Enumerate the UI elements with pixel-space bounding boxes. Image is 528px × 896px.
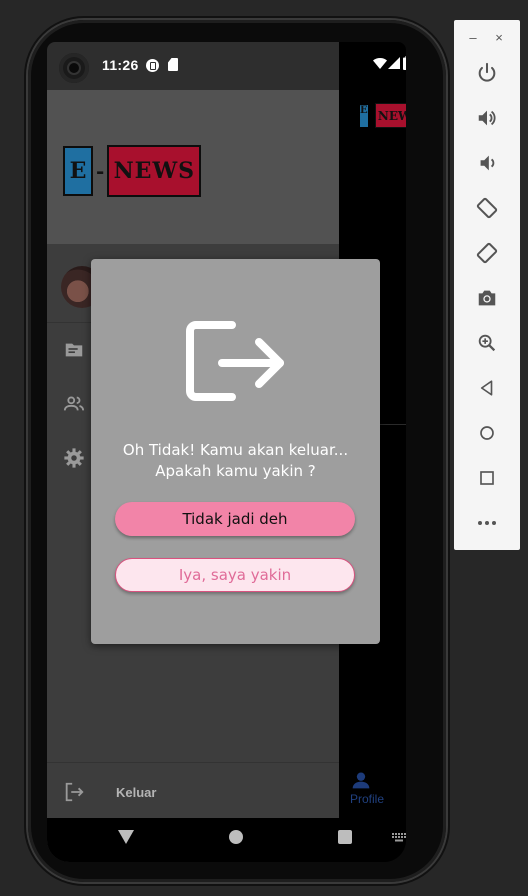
document-icon	[65, 343, 83, 357]
overview-icon	[480, 471, 494, 485]
camera-icon	[478, 290, 496, 306]
drawer-logout-item[interactable]: Keluar	[47, 762, 339, 823]
more-icon	[478, 521, 496, 525]
home-icon	[480, 426, 494, 440]
close-button[interactable]: ×	[492, 30, 506, 46]
logo-news: NEWS	[107, 145, 202, 197]
dialog-message-line1: Oh Tidak! Kamu akan keluar...	[122, 441, 349, 459]
screenshot-button[interactable]	[473, 284, 501, 312]
signal-icon	[388, 57, 400, 69]
dialog-message-line2: Apakah kamu yakin ?	[155, 462, 316, 480]
confirm-logout-button[interactable]: Iya, saya yakin	[115, 558, 355, 592]
rotate-left-icon	[476, 197, 498, 219]
bottom-tab-profile-label: Profile	[349, 792, 384, 806]
nav-home-icon[interactable]	[229, 830, 243, 844]
app-bar-logo-e: E	[360, 104, 368, 127]
logout-icon	[186, 321, 284, 401]
logout-label: Keluar	[116, 785, 157, 800]
logout-icon	[65, 782, 84, 802]
bottom-tab-profile[interactable]: Profile	[339, 768, 406, 818]
rotate-left-button[interactable]	[473, 194, 501, 222]
battery-icon	[403, 56, 406, 70]
keyboard-icon[interactable]	[392, 833, 406, 842]
logo-dash: -	[96, 159, 105, 183]
overview-button[interactable]	[473, 464, 501, 492]
power-button[interactable]	[473, 59, 501, 87]
emulator-window-controls: – ×	[454, 30, 520, 46]
front-camera	[59, 53, 89, 83]
sd-card-icon	[168, 58, 178, 71]
cancel-button[interactable]: Tidak jadi deh	[115, 502, 355, 536]
dialog-message: Oh Tidak! Kamu akan keluar... Apakah kam…	[91, 440, 380, 482]
rotate-right-button[interactable]	[473, 239, 501, 267]
volume-down-icon	[480, 155, 495, 171]
drawer-header: E - NEWS	[47, 90, 339, 244]
app-bar-logo: E NEWS	[360, 103, 406, 128]
volume-down-button[interactable]	[473, 149, 501, 177]
zoom-icon	[478, 334, 496, 352]
more-button[interactable]	[473, 509, 501, 537]
person-icon	[352, 772, 370, 789]
emulator-toolbar: – ×	[454, 20, 520, 550]
nav-back-icon[interactable]	[118, 830, 134, 844]
minimize-button[interactable]: –	[466, 30, 480, 46]
logout-dialog: Oh Tidak! Kamu akan keluar... Apakah kam…	[91, 259, 380, 644]
zoom-button[interactable]	[473, 329, 501, 357]
nav-overview-icon[interactable]	[338, 830, 352, 844]
back-icon	[480, 380, 493, 396]
home-button[interactable]	[473, 419, 501, 447]
volume-up-icon	[478, 110, 496, 126]
app-bar-logo-news: NEWS	[375, 103, 406, 128]
notification-icon	[146, 59, 159, 72]
wifi-icon	[373, 57, 387, 69]
drawer-item-settings[interactable]	[63, 447, 85, 469]
back-button[interactable]	[473, 374, 501, 402]
drawer-item-articles[interactable]	[63, 339, 85, 361]
gear-icon	[64, 448, 84, 468]
drawer-item-users[interactable]	[63, 393, 85, 415]
volume-up-button[interactable]	[473, 104, 501, 132]
status-bar: 11:26	[47, 42, 339, 90]
people-icon	[63, 396, 85, 411]
rotate-right-icon	[476, 242, 498, 264]
logo-e: E	[63, 146, 93, 196]
power-icon	[478, 62, 496, 82]
system-nav-bar	[47, 818, 406, 862]
app-logo: E - NEWS	[63, 145, 202, 197]
status-time: 11:26	[102, 57, 139, 73]
